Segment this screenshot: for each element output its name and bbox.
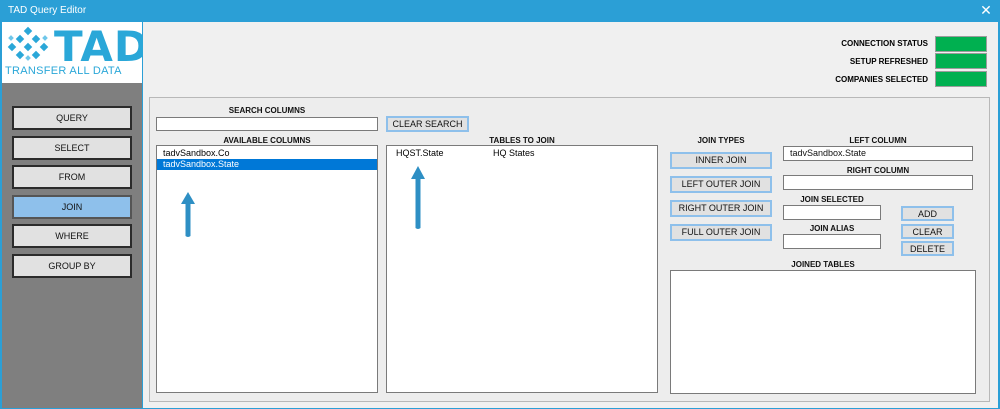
full-outer-join-button[interactable]: FULL OUTER JOIN xyxy=(670,224,772,241)
add-button[interactable]: ADD xyxy=(901,206,954,221)
nav-group-by-button[interactable]: GROUP BY xyxy=(12,254,132,278)
available-columns-list[interactable]: tadvSandbox.Co tadvSandbox.State xyxy=(156,145,378,393)
list-item[interactable]: tadvSandbox.Co xyxy=(157,148,377,159)
nav-where-button[interactable]: WHERE xyxy=(12,224,132,248)
available-columns-label: AVAILABLE COLUMNS xyxy=(223,136,311,145)
right-column-label: RIGHT COLUMN xyxy=(846,166,910,175)
logo-subtitle: TRANSFER ALL DATA xyxy=(5,65,122,77)
setup-refreshed-label: SETUP REFRESHED xyxy=(849,57,928,66)
left-outer-join-button[interactable]: LEFT OUTER JOIN xyxy=(670,176,772,193)
close-button[interactable]: ✕ xyxy=(972,0,1000,22)
companies-selected-indicator xyxy=(935,71,987,87)
join-selected-label: JOIN SELECTED xyxy=(800,195,864,204)
inner-join-button[interactable]: INNER JOIN xyxy=(670,152,772,169)
join-alias-label: JOIN ALIAS xyxy=(809,224,855,233)
right-column-field[interactable] xyxy=(783,175,973,190)
search-columns-label: SEARCH COLUMNS xyxy=(228,106,306,115)
logo-title: TAD xyxy=(54,22,150,71)
left-column-label: LEFT COLUMN xyxy=(849,136,907,145)
nav-from-button[interactable]: FROM xyxy=(12,165,132,189)
right-outer-join-button[interactable]: RIGHT OUTER JOIN xyxy=(670,200,772,217)
connection-status-label: CONNECTION STATUS xyxy=(841,39,928,48)
joined-tables-list[interactable] xyxy=(670,270,976,394)
companies-selected-label: COMPANIES SELECTED xyxy=(835,75,928,84)
window-title: TAD Query Editor xyxy=(8,5,87,16)
table-description: HQ States xyxy=(493,148,535,158)
joined-tables-label: JOINED TABLES xyxy=(791,260,855,269)
join-alias-input[interactable] xyxy=(783,234,881,249)
logo-mark-icon xyxy=(7,26,49,61)
clear-search-button[interactable]: CLEAR SEARCH xyxy=(386,116,469,132)
up-arrow-icon xyxy=(411,166,425,229)
logo: TAD TRANSFER ALL DATA xyxy=(2,22,149,83)
list-item-selected[interactable]: tadvSandbox.State xyxy=(157,159,377,170)
setup-refreshed-indicator xyxy=(935,53,987,69)
left-column-field[interactable]: tadvSandbox.State xyxy=(783,146,973,161)
title-bar xyxy=(0,0,1000,22)
table-row[interactable]: HQST.State HQ States xyxy=(387,148,657,159)
tables-to-join-list[interactable]: HQST.State HQ States xyxy=(386,145,658,393)
nav-select-button[interactable]: SELECT xyxy=(12,136,132,160)
join-selected-field[interactable] xyxy=(783,205,881,220)
connection-status-indicator xyxy=(935,36,987,52)
clear-button[interactable]: CLEAR xyxy=(901,224,954,239)
search-columns-input[interactable] xyxy=(156,117,378,131)
table-name: HQST.State xyxy=(396,148,444,158)
join-types-label: JOIN TYPES xyxy=(697,136,745,145)
tables-to-join-label: TABLES TO JOIN xyxy=(489,136,555,145)
nav-query-button[interactable]: QUERY xyxy=(12,106,132,130)
up-arrow-icon xyxy=(181,192,195,237)
nav-join-button[interactable]: JOIN xyxy=(12,195,132,219)
delete-button[interactable]: DELETE xyxy=(901,241,954,256)
